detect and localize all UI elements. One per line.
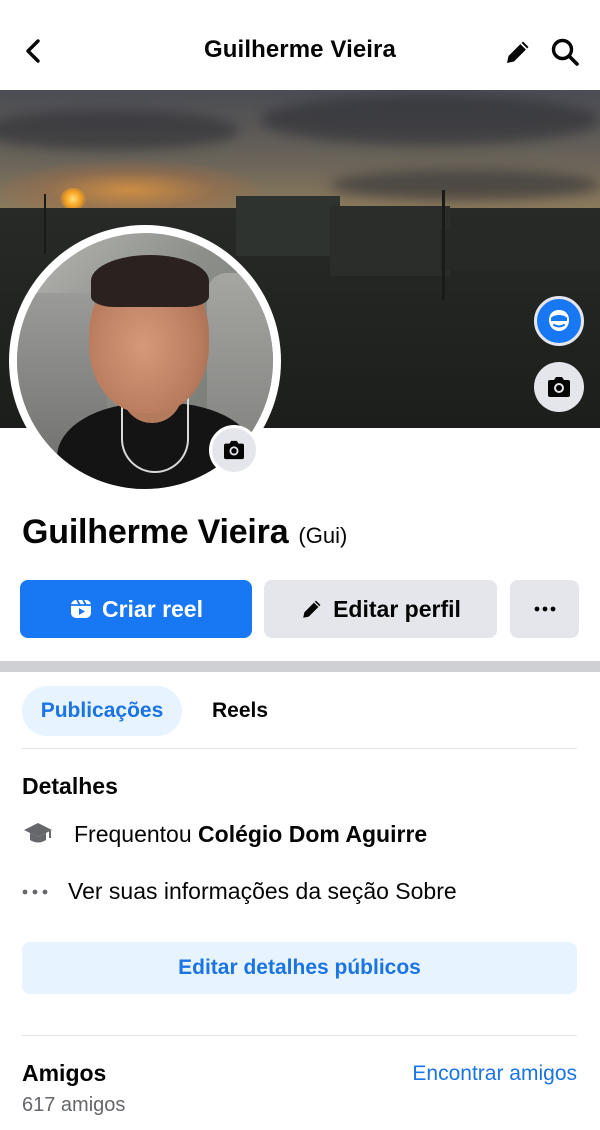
edit-public-details-button[interactable]: Editar detalhes públicos	[22, 942, 577, 994]
edit-button[interactable]	[500, 34, 536, 70]
edit-profile-label: Editar perfil	[333, 595, 461, 622]
profile-name: Guilherme Vieira	[22, 513, 289, 551]
friends-title: Amigos	[22, 1060, 107, 1086]
cover-building	[330, 206, 450, 276]
search-button[interactable]	[546, 34, 584, 70]
avatar-face-icon	[549, 310, 569, 331]
education-school: Colégio Dom Aguirre	[198, 820, 428, 847]
profile-picture[interactable]	[9, 225, 281, 497]
top-bar: Guilherme Vieira	[0, 0, 600, 90]
graduation-cap-icon	[24, 823, 52, 843]
camera-icon	[548, 377, 570, 397]
more-dots-icon	[22, 889, 48, 894]
cover-camera-button[interactable]	[534, 362, 584, 412]
create-reel-label: Criar reel	[101, 595, 203, 622]
pencil-icon	[507, 41, 529, 63]
cover-sun	[60, 188, 86, 210]
cover-pole	[442, 190, 445, 300]
cover-building	[440, 230, 600, 270]
cover-cloud	[0, 110, 240, 150]
profile-name-row: Guilherme Vieira (Gui)	[22, 513, 347, 552]
profile-camera-button[interactable]	[209, 425, 259, 475]
see-about-label: Ver suas informações da seção Sobre	[68, 878, 457, 904]
more-options-button[interactable]	[510, 580, 579, 638]
section-divider	[0, 661, 600, 672]
tab-reels[interactable]: Reels	[195, 686, 285, 736]
photo-hair	[91, 255, 209, 307]
education-prefix: Frequentou	[74, 820, 199, 847]
details-title: Detalhes	[22, 773, 118, 799]
cover-pole	[44, 194, 46, 254]
create-reel-button[interactable]: Criar reel	[20, 580, 252, 638]
divider	[22, 748, 577, 749]
friends-count: 617 amigos	[22, 1094, 126, 1116]
tab-publicacoes[interactable]: Publicações	[22, 686, 182, 736]
camera-icon	[224, 440, 244, 460]
cover-building	[236, 196, 340, 256]
pencil-icon	[303, 600, 321, 618]
find-friends-link[interactable]: Encontrar amigos	[412, 1062, 577, 1086]
profile-nickname: (Gui)	[298, 523, 348, 548]
more-dots-icon	[534, 606, 555, 612]
search-icon	[551, 38, 579, 66]
cover-cloud	[260, 95, 600, 145]
reel-icon	[70, 599, 91, 618]
detail-see-about[interactable]: Ver suas informações da seção Sobre	[22, 878, 457, 905]
cover-cloud	[330, 170, 600, 200]
edit-profile-button[interactable]: Editar perfil	[264, 580, 497, 638]
divider	[22, 1035, 577, 1036]
avatar-button[interactable]	[534, 296, 584, 346]
detail-education[interactable]: Frequentou Colégio Dom Aguirre	[22, 820, 427, 848]
